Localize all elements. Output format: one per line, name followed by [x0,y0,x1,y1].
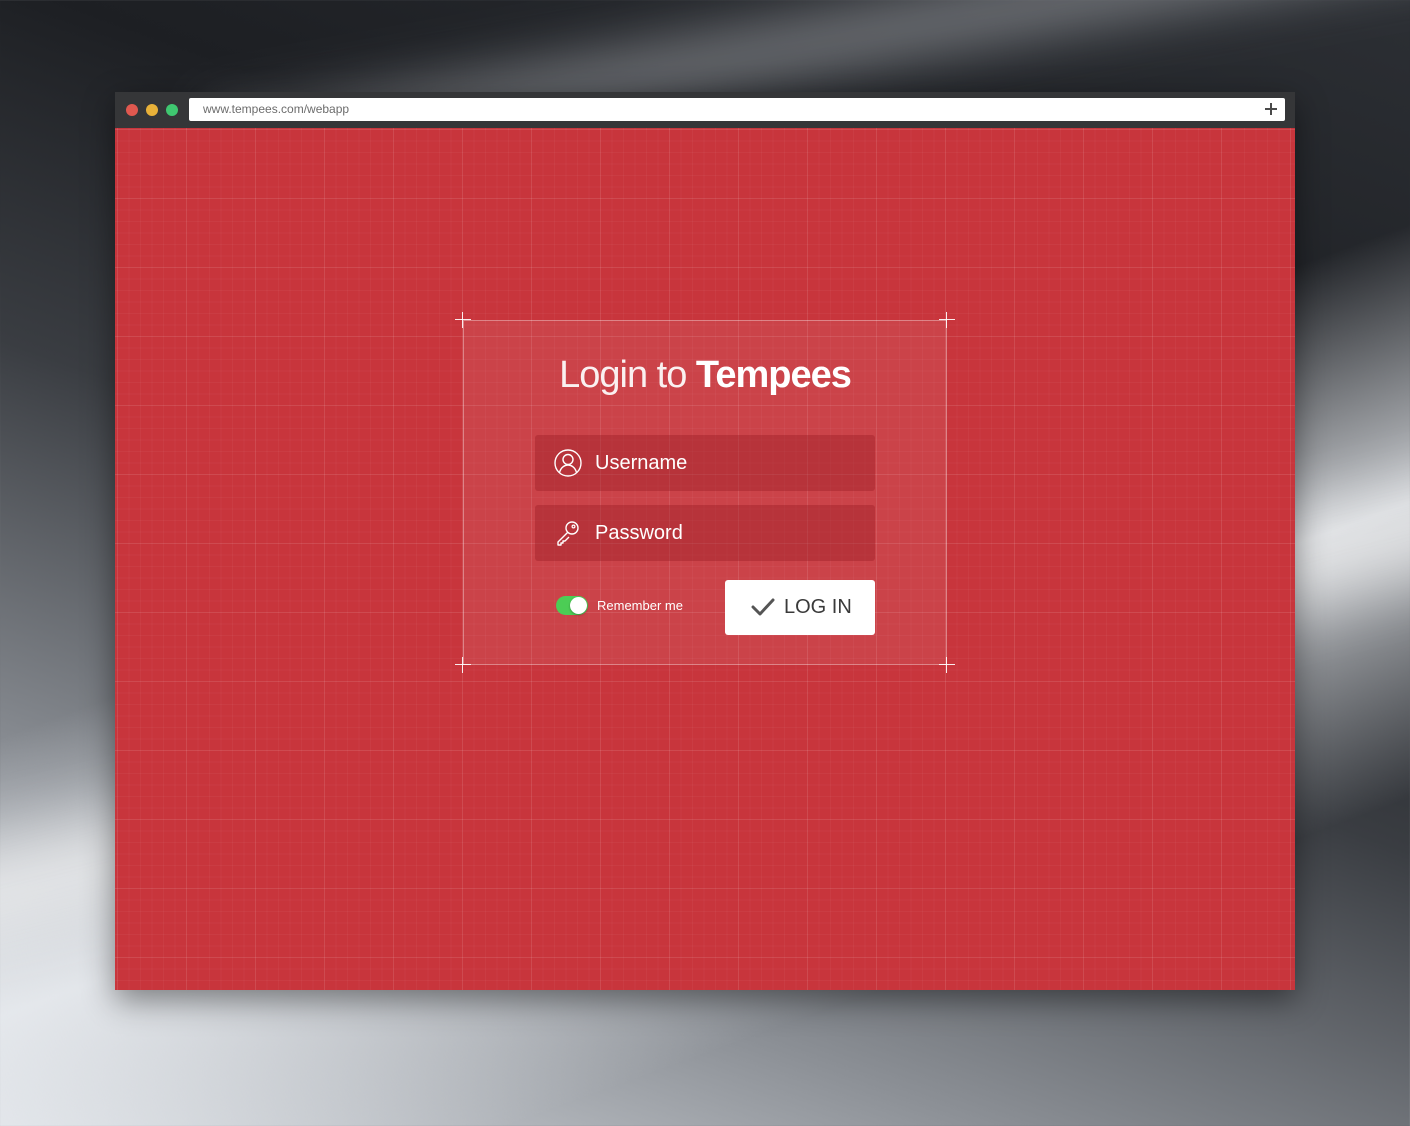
corner-crosshair-icon [939,657,955,673]
remember-me-toggle[interactable] [556,596,588,615]
checkmark-icon [751,598,775,616]
user-icon [554,449,582,477]
remember-me-label[interactable]: Remember me [597,598,683,613]
login-button-label: LOG IN [784,596,852,618]
password-field[interactable] [535,505,875,561]
browser-window: www.tempees.com/webapp Login to Tempees [115,92,1295,990]
title-brand: Tempees [695,354,852,396]
corner-crosshair-icon [455,657,471,673]
corner-crosshair-icon [455,312,471,328]
close-window-button[interactable] [126,104,138,116]
minimize-window-button[interactable] [146,104,158,116]
plus-icon[interactable] [1265,103,1277,115]
title-prefix: Login to [559,354,687,396]
password-input[interactable] [595,505,865,561]
toggle-knob [570,597,587,614]
username-field[interactable] [535,435,875,491]
address-bar[interactable]: www.tempees.com/webapp [189,98,1285,121]
page-title: Login to Tempees [463,354,947,397]
page-viewport: Login to Tempees Remember me [115,128,1295,990]
url-text: www.tempees.com/webapp [203,102,350,116]
zoom-window-button[interactable] [166,104,178,116]
browser-titlebar: www.tempees.com/webapp [115,92,1295,128]
username-input[interactable] [595,435,865,491]
corner-crosshair-icon [939,312,955,328]
login-button[interactable]: LOG IN [725,580,875,635]
key-icon [557,521,579,546]
